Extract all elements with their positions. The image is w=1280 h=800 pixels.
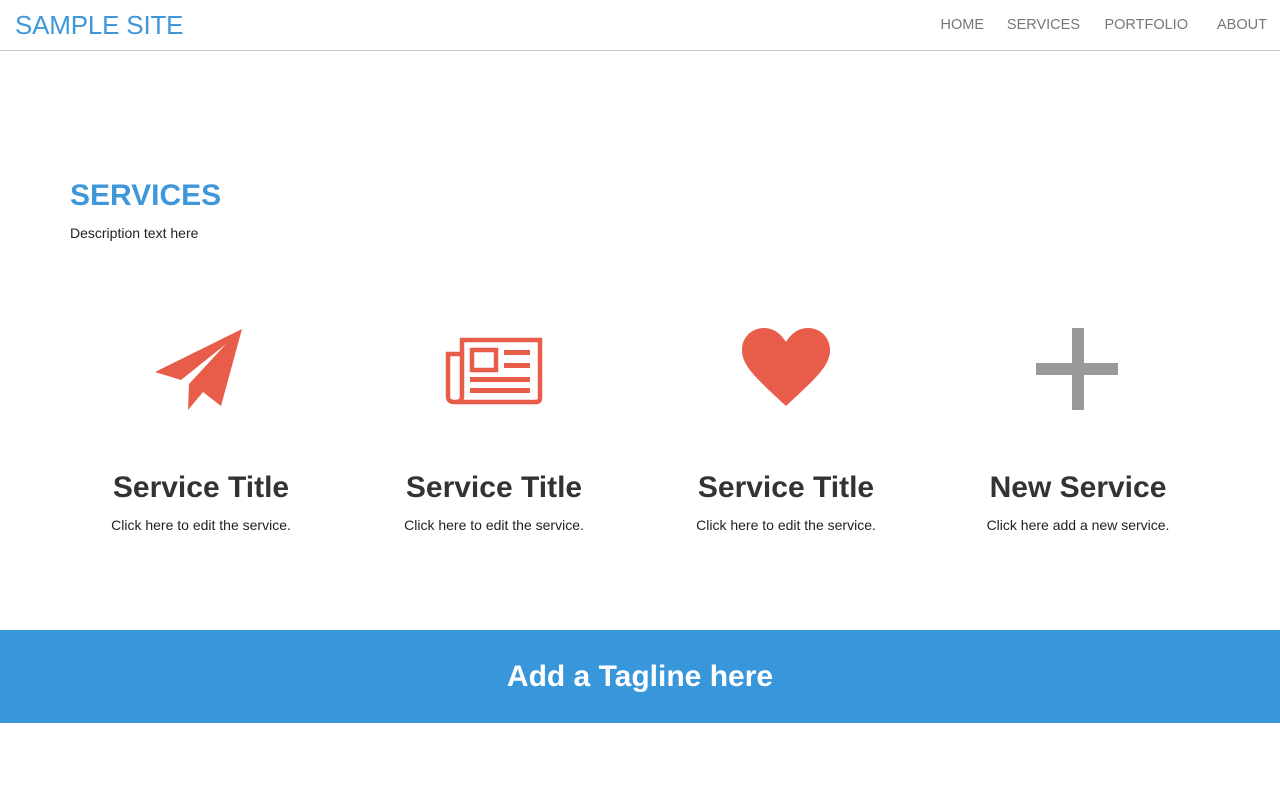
nav-services-link[interactable]: SERVICES [1007, 0, 1080, 50]
service-title[interactable]: Service Title [348, 470, 640, 506]
service-card[interactable]: Service Title Click here to edit the ser… [640, 320, 932, 533]
services-heading: SERVICES [70, 179, 222, 212]
nav-about-link[interactable]: ABOUT [1217, 0, 1280, 50]
service-title[interactable]: Service Title [640, 470, 932, 506]
services-description[interactable]: Description text here [70, 225, 198, 242]
new-service-card[interactable]: New Service Click here add a new service… [932, 320, 1224, 533]
paper-plane-icon [155, 329, 242, 410]
navbar: SAMPLE SITE HOME SERVICES PORTFOLIO ABOU… [0, 0, 1280, 51]
nav-portfolio-link[interactable]: PORTFOLIO [1104, 0, 1188, 50]
service-title[interactable]: Service Title [55, 470, 347, 506]
service-card[interactable]: Service Title Click here to edit the ser… [348, 320, 640, 533]
tagline-band: Add a Tagline here [0, 630, 1280, 723]
new-service-title[interactable]: New Service [932, 470, 1224, 506]
plus-icon[interactable] [1028, 320, 1128, 420]
newspaper-icon [445, 337, 543, 405]
service-description[interactable]: Click here to edit the service. [348, 517, 640, 534]
service-card[interactable]: Service Title Click here to edit the ser… [55, 320, 347, 533]
heart-icon [742, 328, 830, 406]
new-service-description[interactable]: Click here add a new service. [932, 517, 1224, 534]
site-brand-link[interactable]: SAMPLE SITE [15, 10, 184, 40]
service-description[interactable]: Click here to edit the service. [640, 517, 932, 534]
tagline-text[interactable]: Add a Tagline here [507, 659, 773, 695]
nav-home-link[interactable]: HOME [941, 0, 985, 50]
service-description[interactable]: Click here to edit the service. [55, 517, 347, 534]
